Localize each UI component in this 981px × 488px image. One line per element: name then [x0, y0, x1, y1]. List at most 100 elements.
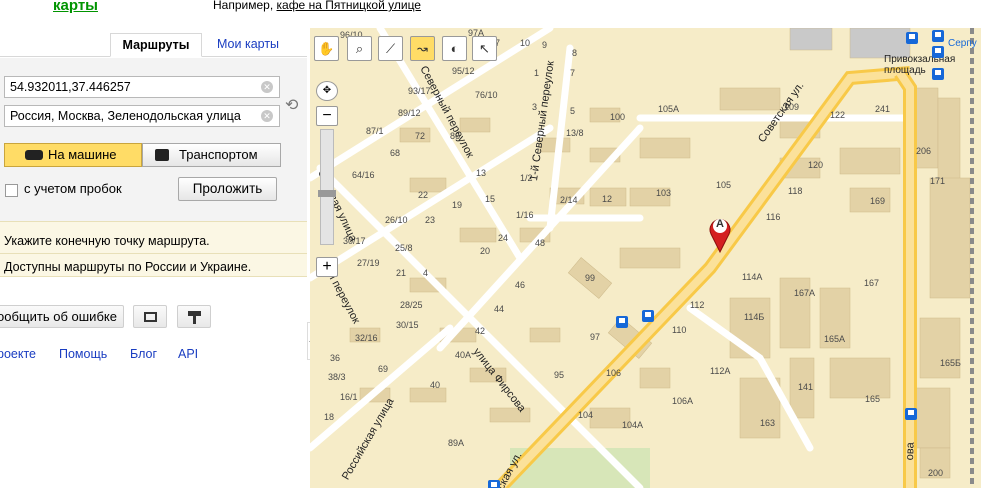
- hint-divider: [0, 253, 307, 254]
- house-number: 24: [498, 233, 509, 243]
- house-number: 26/10: [385, 215, 408, 225]
- house-number: 122: [830, 110, 846, 120]
- street-label: ова: [904, 442, 917, 461]
- house-number: 68: [390, 148, 401, 158]
- example-link[interactable]: кафе на Пятницкой улице: [277, 0, 421, 12]
- place-label: Серпу: [948, 38, 977, 49]
- tab-routes[interactable]: Маршруты: [110, 33, 202, 57]
- bus-stop-icon[interactable]: [932, 30, 944, 42]
- magnifier-icon[interactable]: ⌕: [347, 36, 372, 61]
- place-label: Привокзальная площадь: [884, 54, 956, 76]
- map-view[interactable]: 96/10 97А 97 95/12 93/17 76/10 89/12 87/…: [310, 28, 981, 488]
- footer-link-help[interactable]: Помощь: [59, 347, 107, 361]
- compass-icon[interactable]: ✥: [316, 81, 338, 101]
- house-number: 89/12: [398, 108, 421, 118]
- footer-link-blog[interactable]: Блог: [130, 347, 157, 361]
- house-number: 165: [865, 394, 881, 404]
- pin-button[interactable]: [177, 305, 211, 328]
- house-number: 104: [578, 410, 594, 420]
- bus-stop-icon[interactable]: [488, 480, 500, 488]
- house-number: 97: [590, 332, 601, 342]
- tab-my-maps[interactable]: Мои карты: [207, 33, 289, 57]
- pushpin-icon: [188, 311, 201, 324]
- hand-icon[interactable]: ✋: [314, 36, 339, 61]
- house-number: 10: [520, 38, 531, 48]
- bus-stop-icon[interactable]: [906, 32, 918, 44]
- house-number: 165Б: [940, 358, 961, 368]
- bus-stop-icon[interactable]: [932, 46, 944, 58]
- route-point-marker[interactable]: A: [707, 214, 733, 254]
- search-example: Например, кафе на Пятницкой улице: [213, 0, 421, 12]
- house-number: 104А: [622, 420, 644, 430]
- marker-letter: A: [716, 218, 724, 230]
- house-number: 141: [798, 382, 814, 392]
- logo[interactable]: карты: [53, 0, 98, 14]
- house-number: 46: [515, 280, 526, 290]
- house-number: 112А: [710, 366, 731, 376]
- route-to-input[interactable]: Россия, Москва, Зеленодольская улица ✕: [4, 105, 280, 127]
- build-route-button[interactable]: Проложить: [178, 177, 277, 201]
- bus-stop-icon[interactable]: [616, 316, 628, 328]
- pointer-icon[interactable]: ↖: [472, 36, 497, 61]
- house-number: 167А: [794, 288, 816, 298]
- bus-icon: [155, 149, 169, 161]
- route-from-value: 54.932011,37.446257: [10, 80, 131, 94]
- route-from-input[interactable]: 54.932011,37.446257 ✕: [4, 76, 280, 98]
- house-number: 116: [766, 212, 781, 222]
- car-icon: [25, 150, 43, 160]
- house-number: 72: [415, 131, 426, 141]
- house-number: 200: [928, 468, 944, 478]
- house-number: 169: [870, 196, 886, 206]
- house-number: 48: [535, 238, 546, 248]
- zoom-in-button[interactable]: +: [316, 257, 338, 277]
- house-number: 38/3: [328, 372, 346, 382]
- house-number: 42: [475, 326, 486, 336]
- print-button[interactable]: [133, 305, 167, 328]
- house-number: 2/14: [560, 195, 578, 205]
- house-number: 118: [788, 186, 803, 196]
- hint-line-2: Доступны маршруты по России и Украине.: [4, 260, 252, 274]
- house-number: 19: [452, 200, 463, 210]
- zoom-handle[interactable]: [318, 190, 336, 197]
- zoom-slider[interactable]: [318, 129, 336, 245]
- route-panel: Маршруты Мои карты 54.932011,37.446257 ✕…: [0, 30, 307, 488]
- house-number: 76/10: [475, 90, 498, 100]
- footer-link-api[interactable]: API: [178, 347, 198, 361]
- house-number: 165А: [824, 334, 846, 344]
- report-error-button[interactable]: ообщить об ошибке: [0, 305, 124, 328]
- traffic-checkbox[interactable]: [5, 184, 18, 197]
- traffic-label: с учетом пробок: [24, 181, 122, 196]
- bus-stop-icon[interactable]: [642, 310, 654, 322]
- bus-stop-icon[interactable]: [905, 408, 917, 420]
- printer-icon: [144, 312, 157, 322]
- house-number: 28/25: [400, 300, 423, 310]
- house-number: 15: [485, 194, 496, 204]
- house-number: 106: [606, 368, 622, 378]
- mode-transit-label: Транспортом: [179, 147, 258, 162]
- mode-transit-button[interactable]: Транспортом: [142, 143, 281, 167]
- clear-from-icon[interactable]: ✕: [261, 81, 273, 93]
- house-number: 69: [378, 364, 389, 374]
- clear-to-icon[interactable]: ✕: [261, 110, 273, 122]
- app-root: карты Например, кафе на Пятницкой улице …: [0, 0, 981, 488]
- house-number: 89А: [448, 438, 465, 448]
- house-number: 18: [324, 412, 335, 422]
- house-number: 110: [672, 325, 687, 335]
- house-number: 1/16: [516, 210, 534, 220]
- footer-link-about[interactable]: роекте: [0, 347, 36, 361]
- house-number: 99: [585, 273, 596, 283]
- example-prefix: Например,: [213, 0, 274, 12]
- mode-car-button[interactable]: На машине: [4, 143, 142, 167]
- bus-stop-icon[interactable]: [932, 68, 944, 80]
- route-tool-icon[interactable]: ↝: [410, 36, 435, 61]
- traffic-icon[interactable]: ◐: [442, 36, 467, 61]
- house-number: 12: [602, 194, 613, 204]
- zoom-out-button[interactable]: −: [316, 106, 338, 126]
- house-number: 20: [480, 246, 491, 256]
- house-number: 206: [916, 146, 932, 156]
- house-number: 22: [418, 190, 429, 200]
- ruler-icon[interactable]: ⟋: [378, 36, 403, 61]
- swap-points-icon[interactable]: ⟲: [285, 91, 301, 121]
- house-number: 171: [930, 176, 946, 186]
- hint-line-1: Укажите конечную точку маршрута.: [4, 234, 210, 248]
